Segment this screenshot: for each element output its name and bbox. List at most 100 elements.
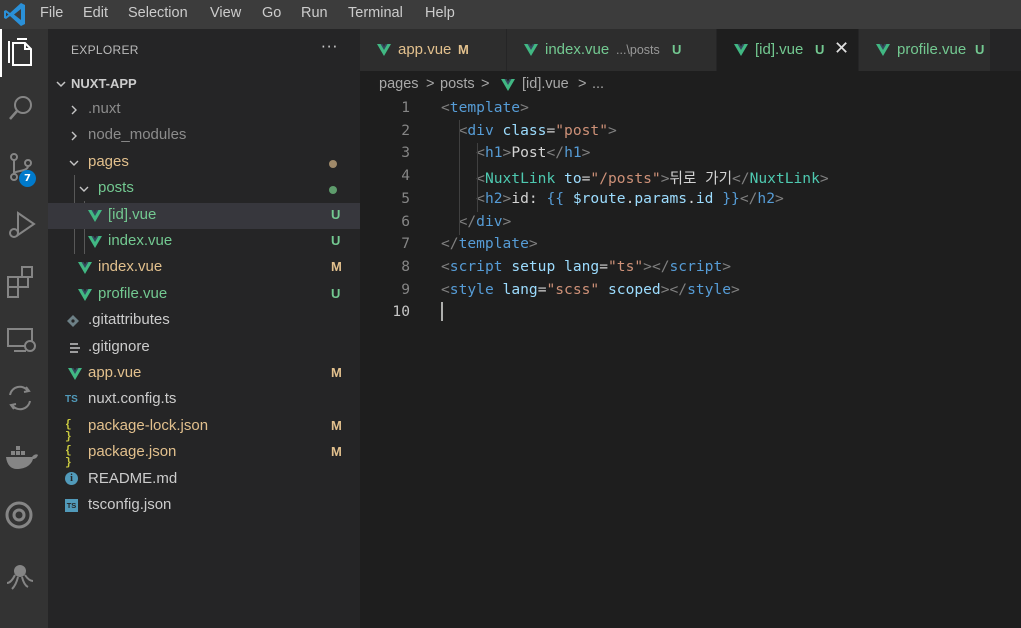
tab-posts-index-vue[interactable]: index.vue ...\posts U (507, 29, 717, 71)
menu-selection[interactable]: Selection (128, 0, 188, 29)
circle-extension-icon[interactable] (0, 491, 48, 539)
extensions-icon[interactable] (0, 259, 48, 307)
tree-file-tsconfig[interactable]: TS tsconfig.json (48, 493, 360, 519)
explorer-panel: EXPLORER ··· NUXT-APP .nuxt node_modules… (48, 29, 360, 628)
line-number: 1 (401, 99, 410, 116)
tab-label: app.vue (398, 41, 452, 58)
code-text: </div> (441, 212, 512, 230)
tree-label: index.vue (98, 258, 163, 275)
line-number: 8 (401, 257, 410, 275)
tree-file-gitignore[interactable]: .gitignore (48, 335, 360, 361)
tree-file-app-vue[interactable]: app.vue M (48, 361, 360, 387)
menu-view[interactable]: View (210, 0, 241, 29)
vue-icon (68, 368, 82, 380)
explorer-icon[interactable] (0, 29, 48, 77)
tree-file-package-json[interactable]: { } package.json M (48, 440, 360, 469)
menu-run[interactable]: Run (301, 0, 328, 29)
code-text: </template> (441, 235, 538, 252)
ts-icon: TS (65, 394, 78, 405)
code-line[interactable]: 9 <style lang="scss" scoped></style> (360, 279, 1021, 302)
code-token: h2 (757, 189, 775, 207)
tree-file-id-vue[interactable]: [id].vue U (48, 203, 360, 229)
docker-icon[interactable] (0, 433, 48, 481)
tab-status: M (458, 42, 469, 57)
chevron-down-icon (56, 81, 66, 88)
line-number: 10 (392, 303, 410, 321)
code-token: $route (572, 189, 626, 207)
tab-profile-vue[interactable]: profile.vue U (859, 29, 991, 71)
vue-icon (524, 44, 538, 56)
tab-description: ...\posts (616, 43, 660, 57)
tree-file-readme[interactable]: i README.md (48, 467, 360, 493)
vue-icon (876, 44, 890, 56)
tree-label: .gitignore (88, 338, 150, 355)
code-line[interactable]: 7 </template> (360, 233, 1021, 256)
tab-app-vue[interactable]: app.vue M (360, 29, 507, 71)
code-token: > (581, 144, 591, 162)
code-editor[interactable]: 1 <template> 2 <div class="post"> 3 <h1>Pos… (360, 97, 1021, 628)
code-line[interactable]: 1 <template> (360, 97, 1021, 120)
line-number: 6 (401, 212, 410, 230)
tab-id-vue[interactable]: [id].vue U ✕ (717, 29, 859, 71)
breadcrumb-file[interactable]: [id].vue (522, 76, 569, 92)
code-token: </ (739, 189, 758, 207)
code-line[interactable]: 10 (360, 301, 1021, 324)
untracked-dot (329, 186, 337, 194)
source-control-icon[interactable]: 7 (0, 143, 48, 191)
code-token: id (695, 189, 714, 207)
vscode-logo-icon[interactable] (0, 0, 34, 29)
tree-file-nuxt-config[interactable]: TS nuxt.config.ts (48, 387, 360, 413)
code-token: template (458, 235, 529, 253)
close-icon[interactable]: ✕ (834, 38, 849, 59)
code-text: <h2>id: {{ $route.params.id }}</h2> (441, 190, 784, 207)
tree-folder-pages[interactable]: pages (48, 150, 360, 176)
tree-file-posts-index-vue[interactable]: index.vue U (48, 229, 360, 255)
tree-file-gitattributes[interactable]: .gitattributes (48, 308, 360, 334)
code-token: = (599, 257, 608, 275)
tree-folder-node-modules[interactable]: node_modules (48, 123, 360, 149)
tree-folder-nuxt[interactable]: .nuxt (48, 97, 360, 123)
tab-label: index.vue (545, 41, 610, 58)
code-line[interactable]: 8 <script setup lang="ts"></script> (360, 256, 1021, 279)
code-token: > (722, 257, 732, 275)
breadcrumb-separator: > (481, 76, 490, 92)
octopus-extension-icon[interactable] (0, 551, 48, 599)
line-number: 5 (401, 189, 410, 207)
tree-file-profile-vue[interactable]: profile.vue U (48, 282, 360, 308)
live-share-icon[interactable] (0, 375, 48, 423)
menu-terminal[interactable]: Terminal (348, 0, 403, 29)
tab-label: profile.vue (897, 41, 967, 58)
tab-status: U (672, 42, 682, 57)
code-token: template (449, 99, 521, 116)
breadcrumb-pages[interactable]: pages (379, 76, 419, 92)
breadcrumb-posts[interactable]: posts (440, 76, 475, 92)
modified-dot (329, 160, 337, 168)
menu-edit[interactable]: Edit (83, 0, 108, 29)
tab-label: [id].vue (755, 41, 804, 58)
search-icon[interactable] (0, 86, 48, 134)
menu-file[interactable]: File (40, 0, 63, 29)
tree-label: .gitattributes (88, 311, 170, 328)
code-text: <style lang="scss" scoped></style> (441, 281, 740, 298)
vue-icon (88, 236, 102, 248)
run-debug-icon[interactable] (0, 201, 48, 249)
explorer-more-actions[interactable]: ··· (321, 38, 338, 56)
tree-folder-posts[interactable]: posts (48, 176, 360, 202)
breadcrumb-symbol[interactable]: ... (592, 76, 604, 92)
explorer-root-folder[interactable]: NUXT-APP (48, 74, 360, 96)
remote-explorer-icon[interactable] (0, 317, 48, 365)
code-token: > (731, 280, 740, 298)
activity-bar: 7 (0, 29, 48, 628)
code-token: Post (511, 144, 547, 162)
menu-go[interactable]: Go (262, 0, 281, 29)
code-token: > (775, 189, 784, 207)
code-token: lang (502, 280, 538, 298)
code-token: div (476, 212, 503, 230)
tree-file-package-lock[interactable]: { } package-lock.json M (48, 414, 360, 443)
code-token: style (449, 280, 494, 298)
code-token: = (546, 121, 556, 139)
tree-file-pages-index-vue[interactable]: index.vue M (48, 255, 360, 281)
menu-help[interactable]: Help (425, 0, 455, 29)
